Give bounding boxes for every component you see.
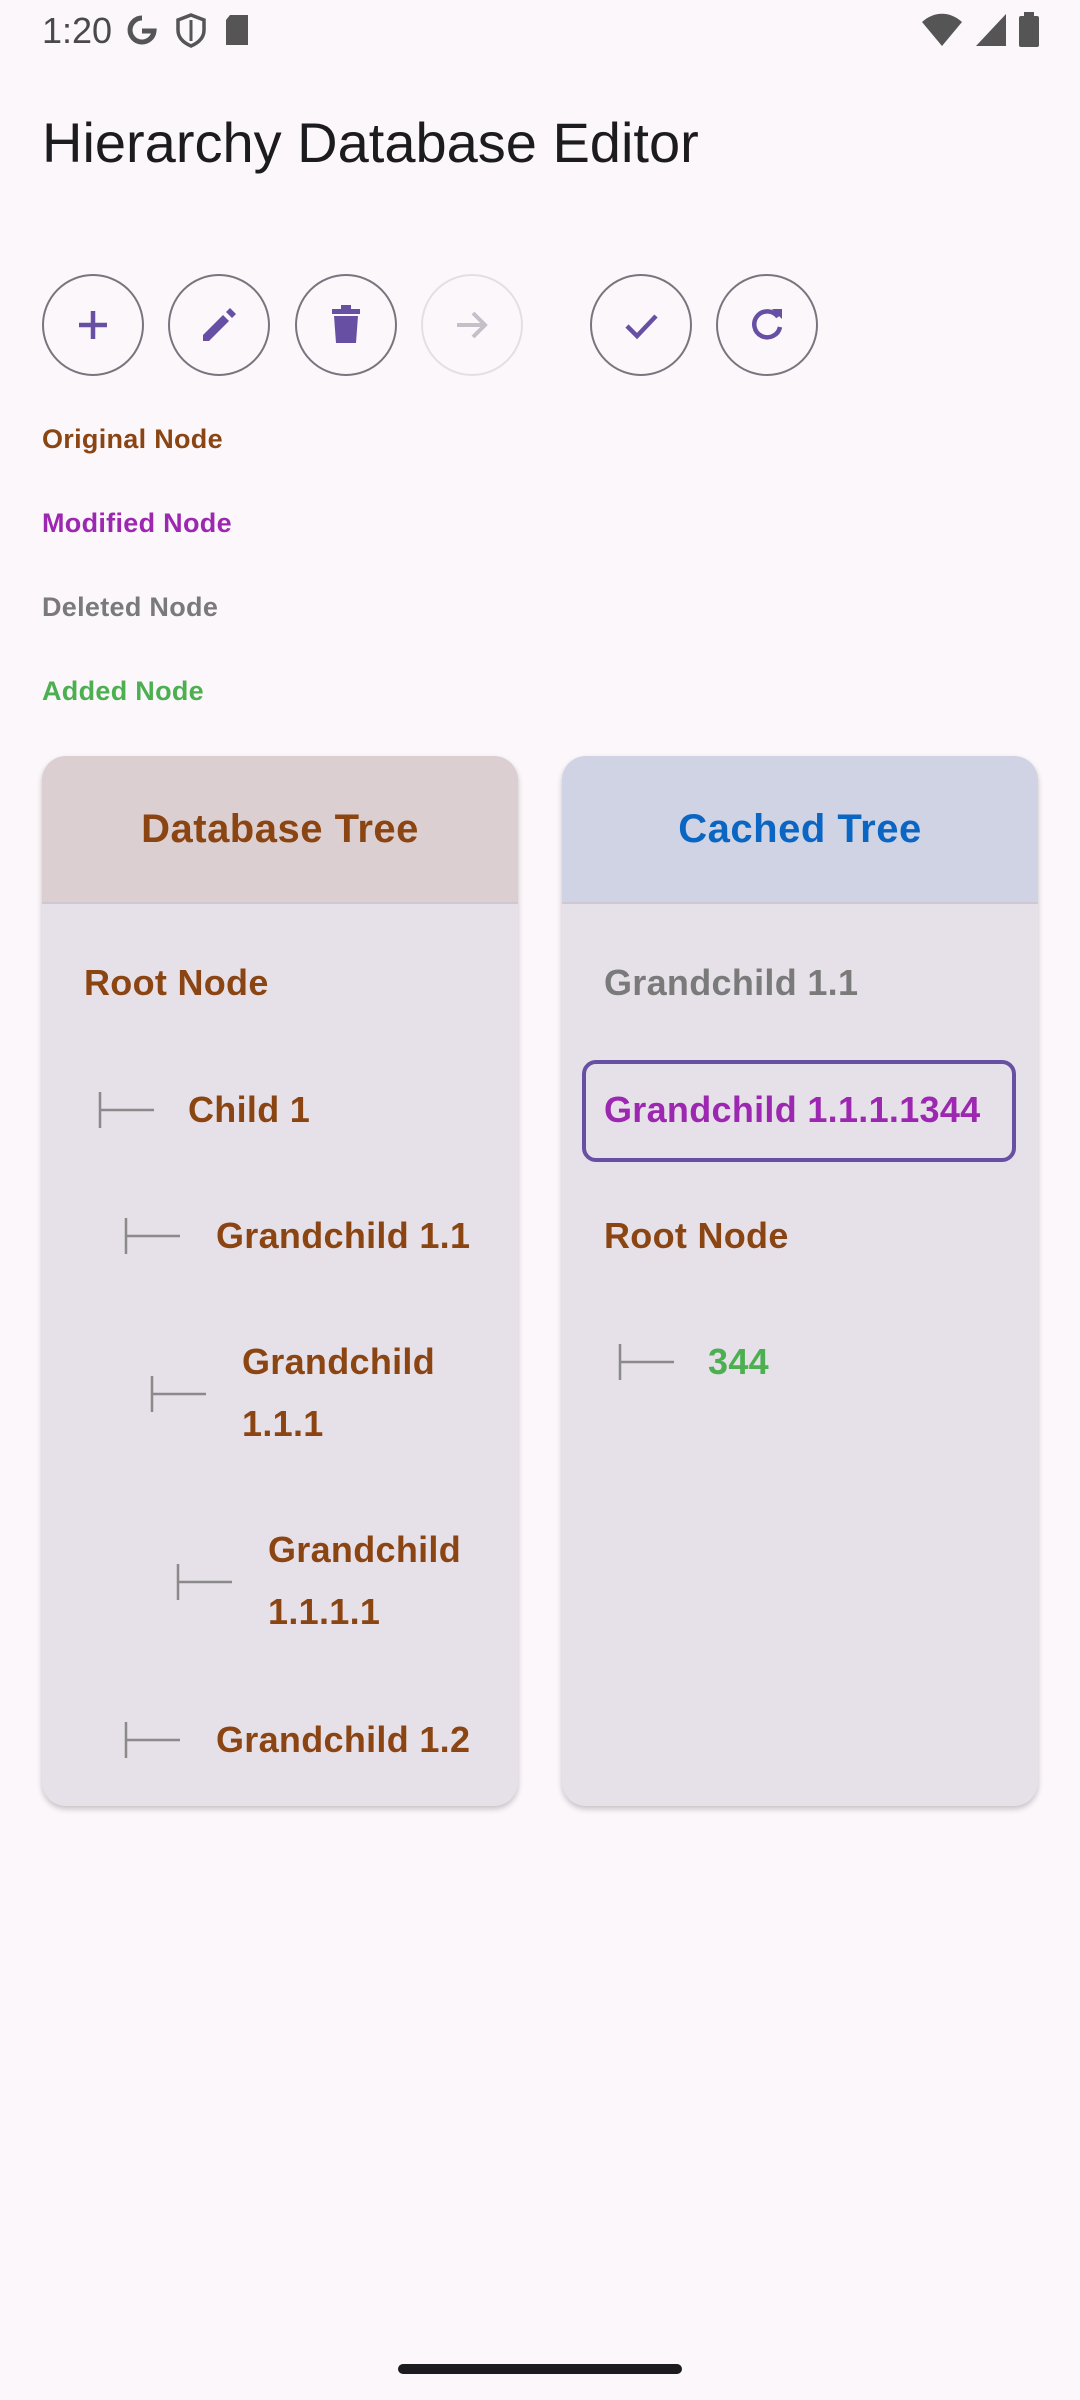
add-button[interactable] (42, 274, 144, 376)
signal-icon (976, 14, 1006, 46)
database-tree-panel: Database Tree Root Node Child 1 Grandchi… (42, 756, 518, 1806)
legend-modified: Modified Node (42, 508, 232, 538)
wifi-icon (922, 13, 962, 46)
tree-node[interactable]: Grandchild 1.1 (216, 1205, 470, 1267)
database-tree-title: Database Tree (42, 756, 518, 904)
tree-node[interactable]: Child 1 (188, 1079, 310, 1141)
check-icon (625, 314, 658, 340)
tree-node[interactable]: Root Node (84, 952, 269, 1014)
status-bar: 1:20 (0, 0, 1080, 62)
tree-node[interactable]: Grandchild 1.1.1.1 (268, 1519, 488, 1643)
tree-node-deleted[interactable]: Grandchild 1.1 (604, 952, 858, 1014)
google-icon (127, 15, 157, 45)
tree-node-added[interactable]: 344 (708, 1331, 769, 1393)
reset-button[interactable] (716, 274, 818, 376)
battery-icon (1019, 12, 1039, 47)
arrow-right-icon (457, 311, 488, 339)
add-icon (79, 311, 107, 339)
branch-connector-icon (150, 1376, 206, 1412)
legend-original: Original Node (42, 424, 223, 454)
status-time: 1:20 (42, 10, 113, 51)
apply-button[interactable] (590, 274, 692, 376)
branch-connector-icon (176, 1564, 232, 1600)
refresh-icon (752, 309, 783, 340)
move-button[interactable] (421, 274, 523, 376)
branch-connector-icon (618, 1344, 674, 1380)
edit-icon (203, 308, 236, 341)
tree-node-modified-selected[interactable]: Grandchild 1.1.1.1344 (604, 1079, 980, 1141)
branch-connector-icon (124, 1218, 180, 1254)
tree-node[interactable]: Root Node (604, 1205, 789, 1267)
page-title: Hierarchy Database Editor (42, 111, 699, 174)
branch-connector-icon (98, 1092, 154, 1128)
sd-card-icon (226, 15, 248, 45)
delete-button[interactable] (295, 274, 397, 376)
tree-node[interactable]: Grandchild 1.2 (216, 1709, 470, 1771)
home-indicator[interactable] (398, 2364, 682, 2374)
branch-connector-icon (124, 1722, 180, 1758)
cached-tree-title: Cached Tree (562, 756, 1038, 904)
legend-deleted: Deleted Node (42, 592, 219, 622)
delete-icon (332, 305, 360, 343)
legend-added: Added Node (42, 676, 204, 706)
shield-icon (176, 13, 206, 48)
cached-tree-panel: Cached Tree Grandchild 1.1 Grandchild 1.… (562, 756, 1038, 1806)
tree-node[interactable]: Grandchild 1.1.1 (242, 1331, 462, 1455)
toolbar (42, 274, 1042, 380)
edit-button[interactable] (168, 274, 270, 376)
